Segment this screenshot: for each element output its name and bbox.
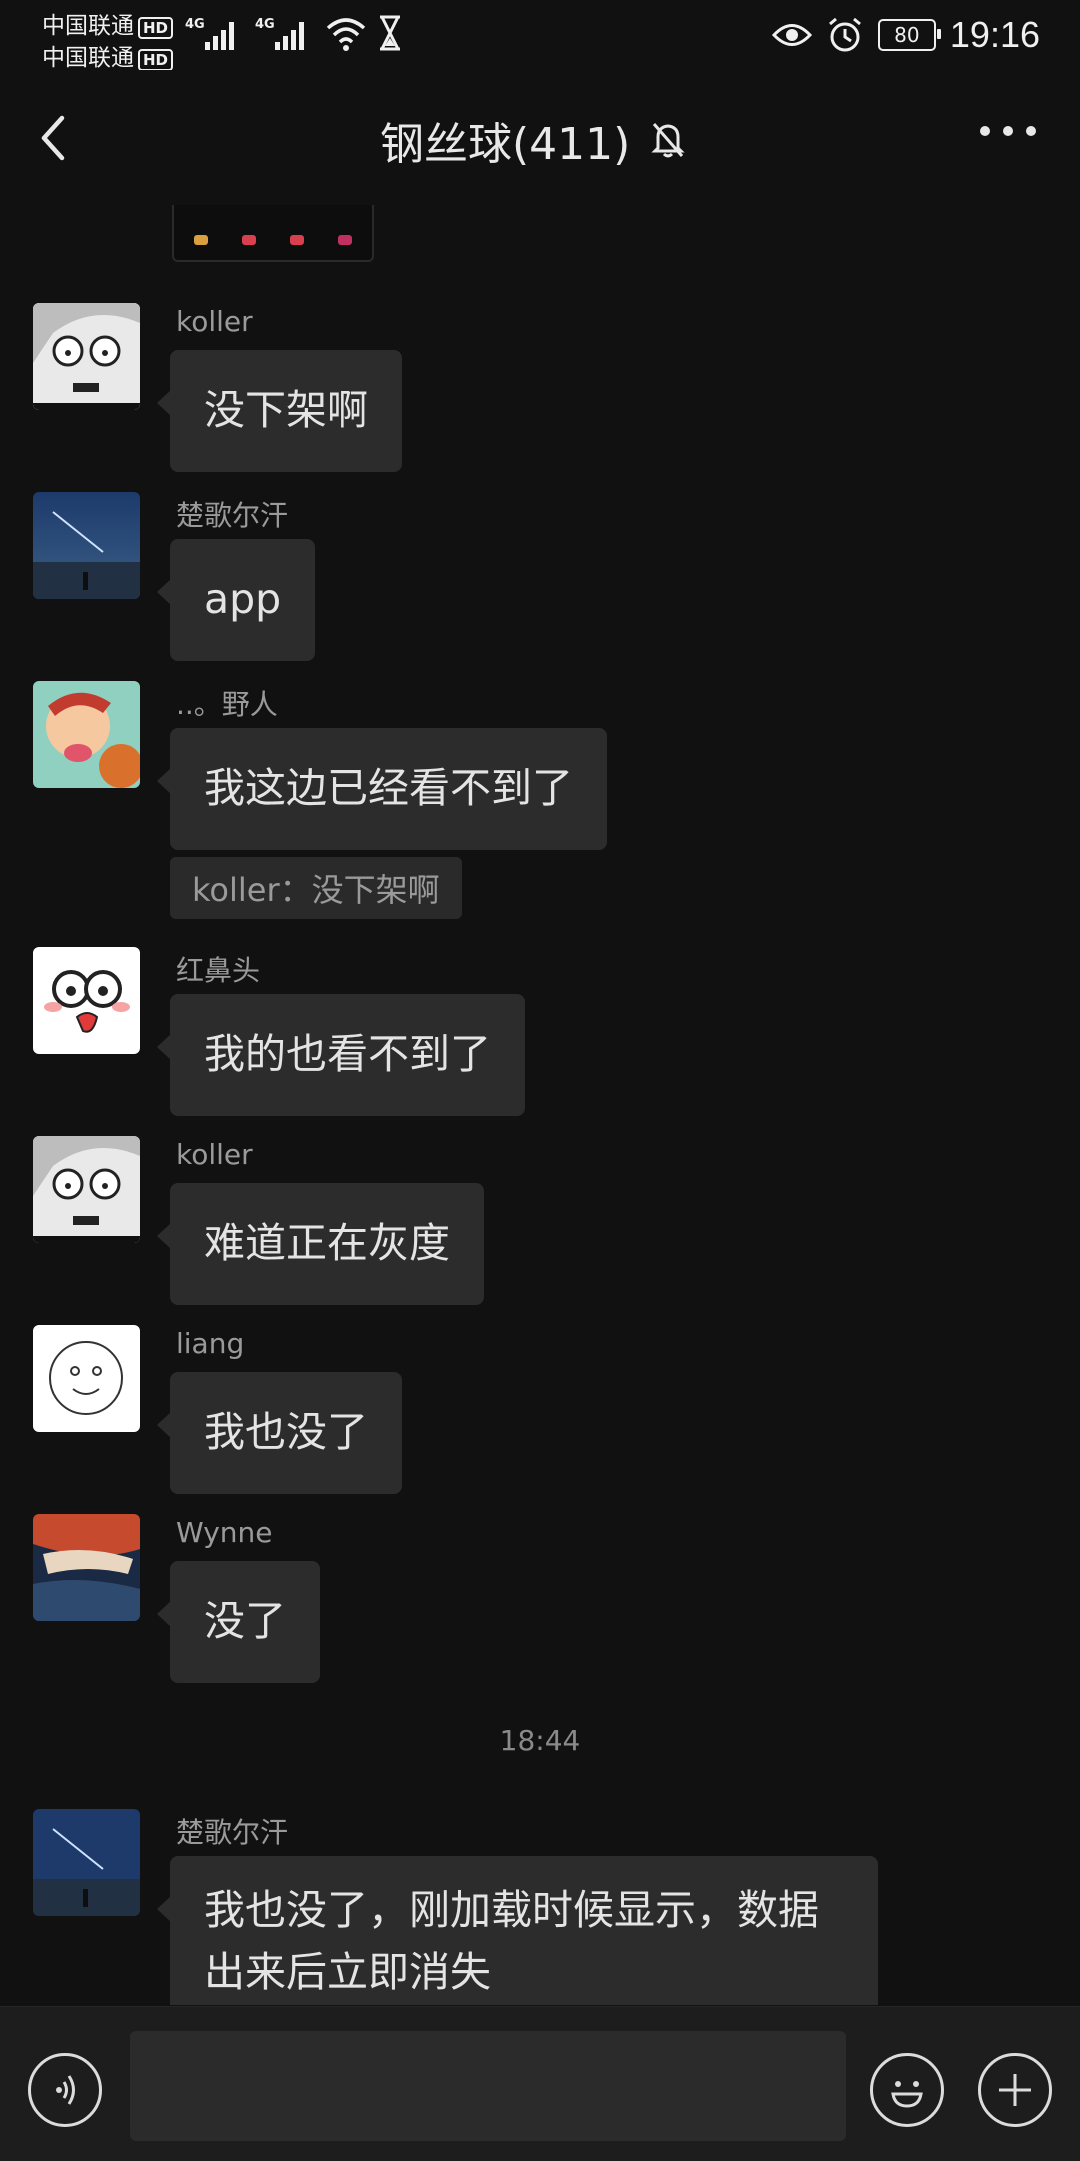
message-input[interactable]	[130, 2031, 846, 2141]
avatar[interactable]	[33, 1809, 140, 1916]
eye-icon	[771, 24, 812, 46]
previous-image-message[interactable]	[172, 205, 374, 262]
input-bar	[0, 2006, 1080, 2161]
avatar[interactable]	[33, 1325, 140, 1432]
voice-icon[interactable]	[28, 2053, 102, 2127]
message-bubble[interactable]: app	[156, 539, 316, 661]
avatar[interactable]	[33, 303, 140, 410]
sender-name: koller	[176, 305, 253, 338]
avatar[interactable]	[33, 1136, 140, 1243]
avatar[interactable]	[33, 947, 140, 1054]
message-bubble[interactable]: 我的也看不到了	[157, 994, 525, 1116]
emoji-icon[interactable]	[870, 2053, 944, 2127]
time-divider: 18:44	[499, 1724, 581, 1757]
carrier-label-1: 中国联通 HD	[42, 6, 174, 40]
message-bubble[interactable]: 我也没了，刚加载时候显示，数据出来后立即消失	[157, 1856, 878, 2005]
wifi-icon	[326, 18, 366, 51]
status-right: 80 19:16	[771, 14, 1040, 56]
page-title: 钢丝球(411)	[380, 119, 631, 170]
avatar[interactable]	[33, 681, 140, 788]
message-bubble[interactable]: 难道正在灰度	[157, 1183, 484, 1305]
status-time: 19:16	[949, 14, 1040, 55]
message-bubble[interactable]: 没了	[157, 1561, 320, 1683]
avatar[interactable]	[33, 492, 140, 599]
sender-name: 楚歌尔汗	[176, 1816, 289, 1849]
signal-icon-2: 4G	[255, 17, 304, 50]
signal-icon: 4G	[185, 17, 234, 50]
sender-name: ..。野人	[176, 688, 278, 721]
svg-text:4G: 4G	[255, 17, 275, 32]
carrier-label-2: 中国联通 HD	[42, 38, 174, 72]
message-bubble[interactable]: 没下架啊	[157, 350, 402, 472]
chevron-left-icon[interactable]	[34, 110, 74, 166]
sender-name: 楚歌尔汗	[176, 499, 289, 532]
quoted-message[interactable]: koller：没下架啊	[170, 857, 462, 919]
chat-messages: koller 没下架啊 楚歌尔汗 app ..。野人 我这边已经看不到了 kol…	[0, 205, 1080, 2005]
title-group: 钢丝球(411)	[380, 108, 686, 172]
hourglass-icon	[380, 15, 400, 51]
sender-name: koller	[176, 1138, 253, 1171]
plus-icon[interactable]	[978, 2053, 1052, 2127]
bell-off-icon	[651, 123, 685, 158]
avatar[interactable]	[33, 1514, 140, 1621]
status-bar: 中国联通 HD 中国联通 HD 4G 4G 80 19:16	[0, 0, 1080, 72]
alarm-icon	[828, 17, 861, 52]
chat-header: 钢丝球(411)	[0, 70, 1080, 205]
battery-icon: 80	[877, 19, 941, 51]
svg-text:4G: 4G	[185, 17, 205, 32]
sender-name: liang	[176, 1327, 245, 1360]
sender-name: 红鼻头	[176, 954, 261, 987]
more-dots-icon[interactable]	[980, 126, 1036, 136]
message-bubble[interactable]: 我这边已经看不到了	[157, 728, 607, 850]
network-icons: 4G 4G	[185, 14, 403, 52]
message-bubble[interactable]: 我也没了	[157, 1372, 402, 1494]
sender-name: Wynne	[176, 1516, 273, 1549]
